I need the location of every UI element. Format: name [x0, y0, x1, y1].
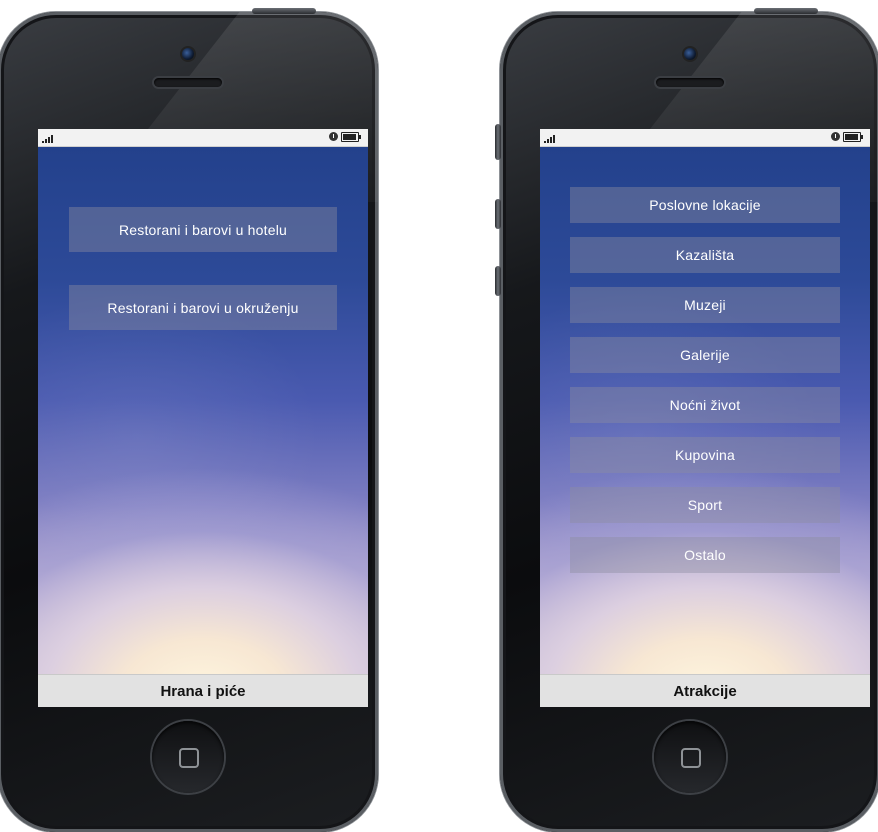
menu-button-nightlife[interactable]: Noćni život — [570, 387, 840, 423]
alarm-icon — [831, 132, 840, 141]
screen: Poslovne lokacije Kazališta Muzeji Galer… — [540, 129, 870, 707]
power-button — [754, 8, 818, 14]
screen-title: Atrakcije — [673, 682, 737, 700]
screen-title-bar: Atrakcije — [540, 674, 870, 707]
screen-title-bar: Hrana i piće — [38, 674, 368, 707]
menu-button-business-locations[interactable]: Poslovne lokacije — [570, 187, 840, 223]
menu-button-nearby-restaurants[interactable]: Restorani i barovi u okruženju — [69, 285, 337, 330]
mute-switch — [495, 124, 501, 160]
speaker-grille-icon — [154, 78, 222, 87]
volume-down-button — [495, 266, 501, 296]
battery-icon — [843, 132, 863, 142]
home-square-icon — [179, 748, 199, 768]
menu-button-theatres[interactable]: Kazališta — [570, 237, 840, 273]
alarm-icon — [329, 132, 338, 141]
home-square-icon — [681, 748, 701, 768]
phone-mockup-attractions: Poslovne lokacije Kazališta Muzeji Galer… — [495, 8, 878, 832]
status-bar — [540, 129, 870, 147]
phone-mockup-food: Restorani i barovi u hotelu Restorani i … — [0, 8, 378, 832]
screen-title: Hrana i piće — [160, 682, 246, 700]
power-button — [252, 8, 316, 14]
menu-button-galleries[interactable]: Galerije — [570, 337, 840, 373]
menu-content: Poslovne lokacije Kazališta Muzeji Galer… — [540, 147, 870, 675]
screen: Restorani i barovi u hotelu Restorani i … — [38, 129, 368, 707]
camera-icon — [684, 48, 696, 60]
menu-button-sport[interactable]: Sport — [570, 487, 840, 523]
home-button-icon[interactable] — [654, 721, 726, 793]
menu-button-shopping[interactable]: Kupovina — [570, 437, 840, 473]
home-button-icon[interactable] — [152, 721, 224, 793]
status-bar — [38, 129, 368, 147]
camera-icon — [182, 48, 194, 60]
speaker-grille-icon — [656, 78, 724, 87]
volume-up-button — [495, 199, 501, 229]
menu-button-museums[interactable]: Muzeji — [570, 287, 840, 323]
menu-button-other[interactable]: Ostalo — [570, 537, 840, 573]
battery-icon — [341, 132, 361, 142]
menu-content: Restorani i barovi u hotelu Restorani i … — [38, 147, 368, 675]
menu-button-hotel-restaurants[interactable]: Restorani i barovi u hotelu — [69, 207, 337, 252]
